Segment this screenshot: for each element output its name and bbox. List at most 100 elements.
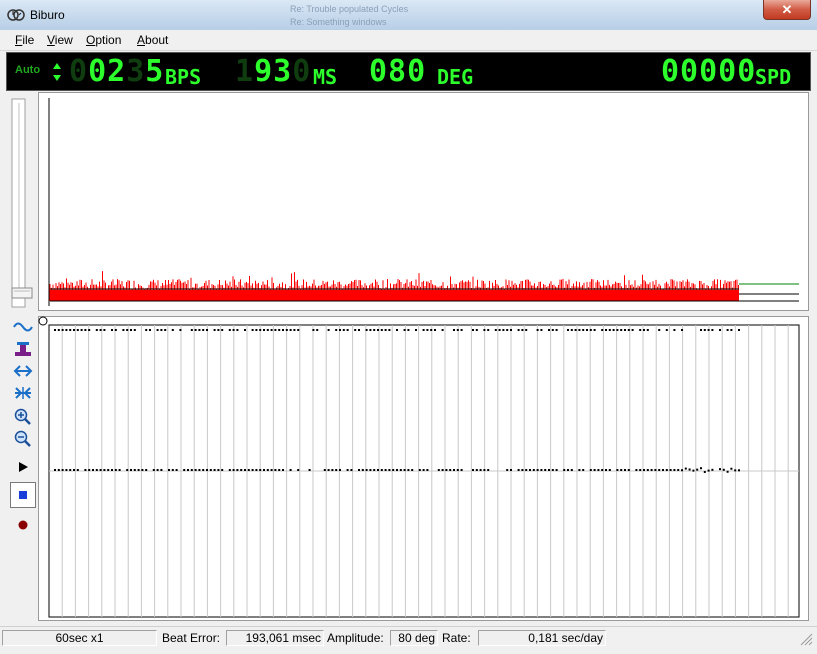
menu-option[interactable]: Option (86, 33, 121, 47)
gain-slider[interactable] (8, 93, 36, 310)
spd-value: 00000 (661, 54, 757, 89)
beat-dot-bottom (445, 469, 448, 471)
beat-dot-top (293, 329, 296, 331)
menu-file[interactable]: File (15, 33, 34, 47)
ms-value: 93 (254, 54, 293, 89)
beat-dot-top (339, 329, 341, 331)
beat-dot-top (601, 329, 604, 331)
beat-dot-top (213, 329, 216, 331)
slider-thumb[interactable] (11, 287, 33, 299)
beat-dot-top (69, 329, 72, 331)
mode-spinner[interactable] (53, 61, 61, 83)
beat-dot-top (456, 329, 459, 331)
beat-dot-bottom (384, 469, 387, 471)
menu-about[interactable]: About (137, 33, 168, 47)
ms-ghost-digit: 0 (292, 54, 312, 89)
app-icon (7, 9, 25, 21)
status-window: 60sec x1 (2, 630, 157, 646)
beat-dot-top (631, 329, 634, 331)
ms-ghost-digit: 1 (235, 54, 255, 89)
ms-unit: MS (313, 65, 338, 89)
beat-dot-top (179, 329, 182, 331)
menu-view[interactable]: View (47, 33, 73, 47)
beat-dot-bottom (187, 469, 189, 471)
beat-dot-top (312, 329, 315, 331)
beat-dot-bottom (358, 469, 360, 471)
beat-dot-bottom (289, 469, 292, 471)
beat-dot-top (114, 329, 117, 331)
beat-dot-bottom (593, 469, 596, 471)
spd-readout: 00000 (661, 56, 756, 88)
background-window-text: Re: Something windows (290, 17, 387, 27)
beat-dot-top (407, 329, 410, 331)
beat-dot-bottom (521, 469, 524, 471)
beat-dot-bottom (190, 469, 193, 471)
beat-dot-top (384, 329, 387, 331)
beat-dot-bottom (259, 469, 262, 471)
beat-dot-bottom (335, 469, 338, 471)
stretch-button[interactable] (10, 360, 36, 381)
beat-dot-top (171, 329, 174, 331)
beat-dot-bottom (228, 469, 231, 471)
beat-dot-bottom (73, 469, 75, 471)
beat-dot-top (61, 329, 64, 331)
beat-dot-top (160, 329, 163, 331)
menu-bar: File View Option About (0, 30, 817, 51)
compress-button[interactable] (10, 382, 36, 403)
beat-dot-bottom (198, 469, 201, 471)
beat-dot-top (369, 329, 372, 331)
slider-track (11, 98, 33, 308)
beat-dot-bottom (605, 469, 607, 471)
beat-dot-bottom (84, 469, 87, 471)
beat-dot-top (54, 329, 56, 331)
beat-dot-top (422, 329, 425, 331)
play-icon (19, 461, 28, 472)
beat-dot-top (540, 329, 543, 331)
beat-dot-bottom (624, 469, 626, 471)
beat-dot-top (639, 329, 642, 331)
beat-dot-top (426, 329, 429, 331)
beat-dot-top (202, 329, 205, 331)
beat-dot-bottom (654, 469, 657, 471)
beat-dot-top (103, 329, 106, 331)
beat-dot-bottom (373, 469, 376, 471)
beat-dot-bottom (688, 468, 691, 471)
stop-button[interactable] (10, 482, 36, 508)
beat-dot-top (658, 329, 661, 331)
beat-dot-bottom (339, 469, 341, 471)
beat-dot-bottom (388, 469, 391, 471)
beat-dot-top (270, 329, 273, 331)
bps-readout: 00235 (69, 56, 164, 88)
title-bar[interactable]: Biburo Re: Trouble populated Cycles Re: … (0, 0, 817, 31)
sine-wave-button[interactable] (10, 316, 36, 337)
beat-dot-bottom (616, 469, 619, 471)
beat-dot-bottom (297, 469, 300, 471)
beat-dot-bottom (456, 469, 459, 471)
beat-dot-top (730, 329, 733, 331)
record-button[interactable] (10, 514, 36, 535)
beat-dot-top (612, 329, 615, 331)
zoom-in-button[interactable] (10, 406, 36, 427)
beat-graph (38, 316, 809, 621)
beat-dot-bottom (217, 469, 220, 471)
beat-dot-bottom (677, 469, 680, 471)
beat-dot-bottom (479, 469, 482, 471)
resize-grip-icon[interactable] (797, 630, 813, 646)
close-button[interactable]: ✕ (763, 0, 811, 20)
beat-dot-bottom (441, 469, 444, 471)
beat-dot-bottom (437, 469, 440, 471)
beat-dot-top (149, 329, 151, 331)
beat-dot-bottom (103, 469, 106, 471)
play-button[interactable] (10, 456, 36, 477)
mode-label[interactable]: Auto (15, 64, 40, 76)
beat-dot-bottom (92, 469, 94, 471)
beat-dot-bottom (194, 469, 197, 471)
stand-button[interactable] (10, 338, 36, 359)
amplitude-graph (38, 92, 809, 311)
beat-dot-top (487, 329, 490, 331)
beat-dot-top (335, 329, 338, 331)
zoom-out-button[interactable] (10, 428, 36, 449)
beat-dot-top (627, 329, 630, 331)
beat-dot-top (217, 329, 220, 331)
beat-dot-top (164, 329, 167, 331)
